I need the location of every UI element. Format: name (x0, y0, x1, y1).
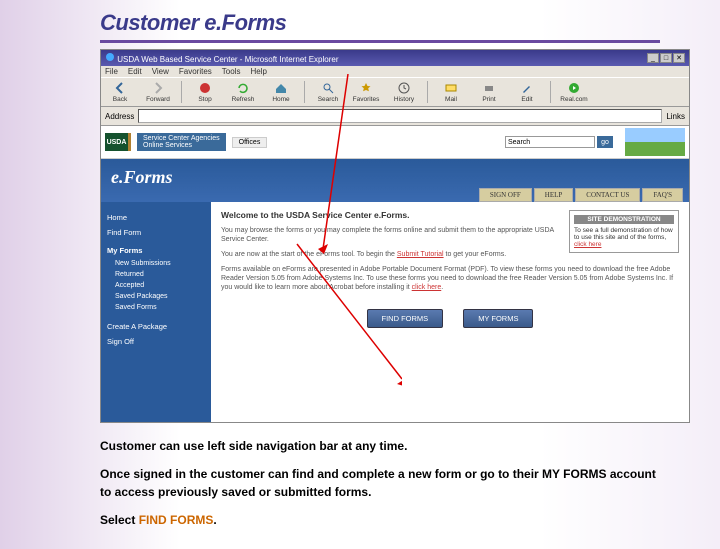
nav-create-package[interactable]: Create A Package (107, 319, 205, 334)
home-button[interactable]: Home (266, 81, 296, 103)
nav-sign-off[interactable]: Sign Off (107, 334, 205, 349)
tab-help[interactable]: HELP (534, 188, 574, 202)
window-title: USDA Web Based Service Center - Microsof… (105, 52, 339, 64)
tab-signoff[interactable]: SIGN OFF (479, 188, 532, 202)
address-input[interactable] (138, 109, 662, 123)
forward-button[interactable]: Forward (143, 81, 173, 103)
history-button[interactable]: History (389, 81, 419, 103)
annotation-arrow-2 (292, 239, 402, 389)
realcom-button[interactable]: Real.com (559, 81, 589, 103)
print-icon (482, 81, 496, 95)
site-search-go-button[interactable]: go (597, 136, 613, 148)
edit-button[interactable]: Edit (512, 81, 542, 103)
menu-view[interactable]: View (152, 67, 169, 76)
my-forms-button[interactable]: MY FORMS (463, 309, 533, 328)
play-icon (567, 81, 581, 95)
main-content: SITE DEMONSTRATION To see a full demonst… (211, 202, 689, 422)
demo-text: To see a full demonstration of how to us… (574, 227, 673, 241)
toolbar: Back Forward Stop Refresh Home Search Fa… (101, 77, 689, 107)
home-icon (274, 81, 288, 95)
screenshot-container: USDA Web Based Service Center - Microsof… (100, 49, 660, 423)
address-label: Address (105, 112, 134, 121)
slide-captions: Customer can use left side navigation ba… (100, 437, 660, 529)
stop-button[interactable]: Stop (190, 81, 220, 103)
nav-new-submissions[interactable]: New Submissions (107, 258, 205, 269)
annotation-arrow-1 (318, 74, 358, 254)
back-icon (113, 81, 127, 95)
mail-button[interactable]: Mail (436, 81, 466, 103)
usda-header-bar: USDA Service Center Agencies Online Serv… (101, 126, 689, 159)
click-here-link[interactable]: click here (412, 284, 442, 291)
maximize-button[interactable]: □ (660, 53, 672, 63)
menu-favorites[interactable]: Favorites (179, 67, 212, 76)
nav-saved-packages[interactable]: Saved Packages (107, 291, 205, 302)
eforms-logo-text: e.Forms (111, 167, 173, 187)
site-search-input[interactable]: Search (505, 136, 595, 148)
forward-icon (151, 81, 165, 95)
caption-highlight: FIND FORMS (139, 513, 214, 527)
stop-icon (198, 81, 212, 95)
tab-faqs[interactable]: FAQ'S (642, 188, 683, 202)
window-titlebar: USDA Web Based Service Center - Microsof… (101, 50, 689, 66)
history-icon (397, 81, 411, 95)
window-title-text: USDA Web Based Service Center - Microsof… (117, 55, 338, 64)
menu-file[interactable]: File (105, 67, 118, 76)
service-center-tab[interactable]: Service Center Agencies Online Services (137, 133, 226, 151)
back-button[interactable]: Back (105, 81, 135, 103)
print-button[interactable]: Print (474, 81, 504, 103)
caption-1: Customer can use left side navigation ba… (100, 437, 660, 455)
close-button[interactable]: ✕ (673, 53, 685, 63)
menu-help[interactable]: Help (250, 67, 266, 76)
header-photo (625, 128, 685, 156)
nav-my-forms[interactable]: My Forms (107, 240, 205, 258)
offices-tab[interactable]: Offices (232, 137, 268, 148)
ie-icon (105, 52, 115, 62)
minimize-button[interactable]: _ (647, 53, 659, 63)
menu-bar: File Edit View Favorites Tools Help (101, 66, 689, 77)
left-sidebar: Home Find Form My Forms New Submissions … (101, 202, 211, 422)
nav-saved-forms[interactable]: Saved Forms (107, 302, 205, 313)
caption-2: Once signed in the customer can find and… (100, 465, 660, 501)
usda-logo: USDA (105, 133, 131, 151)
refresh-icon (236, 81, 250, 95)
slide-title: Customer e.Forms (100, 10, 660, 43)
address-bar: Address Links (101, 107, 689, 126)
nav-home[interactable]: Home (107, 210, 205, 225)
demo-box: SITE DEMONSTRATION To see a full demonst… (569, 210, 679, 253)
star-icon (359, 81, 373, 95)
mail-icon (444, 81, 458, 95)
tab-contact[interactable]: CONTACT US (575, 188, 640, 202)
eforms-banner: e.Forms SIGN OFF HELP CONTACT US FAQ'S (101, 159, 689, 202)
links-label: Links (666, 112, 685, 121)
refresh-button[interactable]: Refresh (228, 81, 258, 103)
caption-3: Select FIND FORMS. (100, 511, 660, 529)
demo-click-here-link[interactable]: click here (574, 241, 601, 248)
intro-paragraph-3: Forms available on eForms are presented … (221, 265, 679, 292)
nav-accepted[interactable]: Accepted (107, 280, 205, 291)
demo-heading: SITE DEMONSTRATION (574, 215, 674, 224)
menu-tools[interactable]: Tools (222, 67, 241, 76)
menu-edit[interactable]: Edit (128, 67, 142, 76)
submit-tutorial-link[interactable]: Submit Tutorial (397, 251, 444, 258)
nav-returned[interactable]: Returned (107, 269, 205, 280)
edit-icon (520, 81, 534, 95)
nav-find-form[interactable]: Find Form (107, 225, 205, 240)
